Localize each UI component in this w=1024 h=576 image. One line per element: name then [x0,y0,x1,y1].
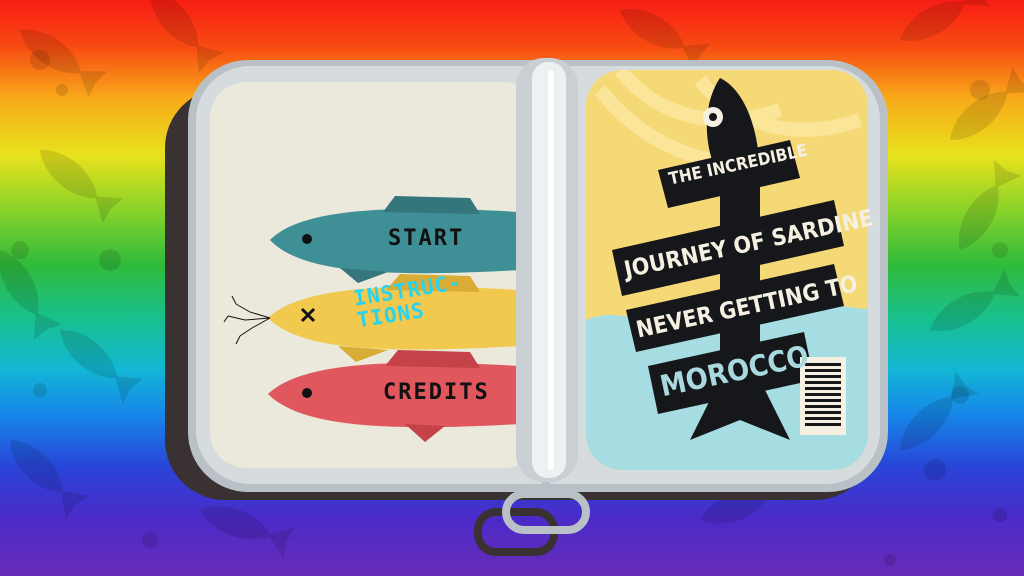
tin-hinge-line [548,70,554,470]
credits-button-label[interactable]: CREDITS [383,380,490,405]
fish-eye-icon [302,388,312,398]
fish-eye-icon [302,234,312,244]
sardine-tin [165,58,888,556]
start-button-label[interactable]: START [388,226,464,251]
